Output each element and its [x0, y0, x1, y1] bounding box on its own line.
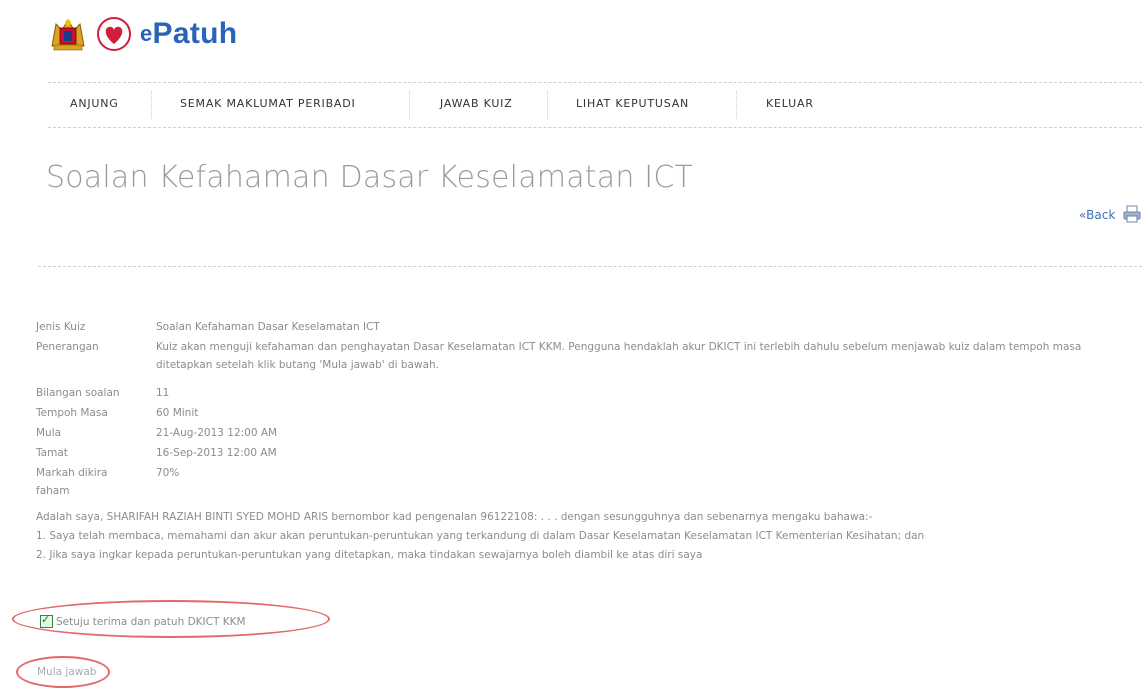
malaysia-crest-icon [51, 19, 85, 51]
declaration-point-1: 1. Saya telah membaca, memahami dan akur… [36, 530, 925, 542]
header-logo: ePatuh [48, 14, 237, 54]
detail-value: 16-Sep-2013 12:00 AM [156, 447, 277, 459]
page-title: Soalan Kefahaman Dasar Keselamatan ICT [46, 160, 694, 195]
nav-separator [547, 91, 549, 119]
declaration-intro: Adalah saya, SHARIFAH RAZIAH BINTI SYED … [36, 511, 873, 523]
detail-value: 11 [156, 387, 170, 399]
nav-separator [151, 91, 153, 119]
annotation-ellipse-start [16, 656, 110, 688]
main-nav: ANJUNG SEMAK MAKLUMAT PERIBADI JAWAB KUI… [48, 82, 1142, 128]
brand-name: ePatuh [140, 17, 237, 51]
printer-icon[interactable] [1122, 204, 1142, 224]
nav-item-keluar[interactable]: KELUAR [766, 97, 814, 110]
detail-label: Markah dikira faham [36, 467, 108, 497]
back-link[interactable]: «Back [1079, 208, 1115, 222]
brand-text: Patuh [152, 17, 238, 50]
declaration-point-2: 2. Jika saya ingkar kepada peruntukan-pe… [36, 549, 703, 561]
detail-value: Soalan Kefahaman Dasar Keselamatan ICT [156, 321, 380, 333]
detail-label: Bilangan soalan [36, 387, 120, 399]
detail-value: 60 Minit [156, 407, 199, 419]
detail-label: Jenis Kuiz [36, 321, 86, 333]
detail-value: 70% [156, 467, 180, 479]
annotation-ellipse-agree [12, 600, 330, 638]
detail-value: Kuiz akan menguji kefahaman dan penghaya… [156, 341, 1082, 371]
heart-icon [97, 17, 131, 51]
detail-label: Penerangan [36, 341, 99, 353]
detail-label: Mula [36, 427, 62, 439]
detail-label: Tempoh Masa [36, 407, 108, 419]
title-divider [38, 266, 1142, 267]
nav-item-anjung[interactable]: ANJUNG [70, 97, 119, 110]
nav-separator [736, 91, 738, 119]
nav-separator [409, 91, 411, 119]
nav-item-semak-maklumat[interactable]: SEMAK MAKLUMAT PERIBADI [180, 97, 356, 110]
brand-prefix: e [140, 21, 153, 46]
detail-label: Tamat [36, 447, 68, 459]
nav-item-lihat-keputusan[interactable]: LIHAT KEPUTUSAN [576, 97, 689, 110]
detail-value: 21-Aug-2013 12:00 AM [156, 427, 278, 439]
nav-item-jawab-kuiz[interactable]: JAWAB KUIZ [440, 97, 513, 110]
